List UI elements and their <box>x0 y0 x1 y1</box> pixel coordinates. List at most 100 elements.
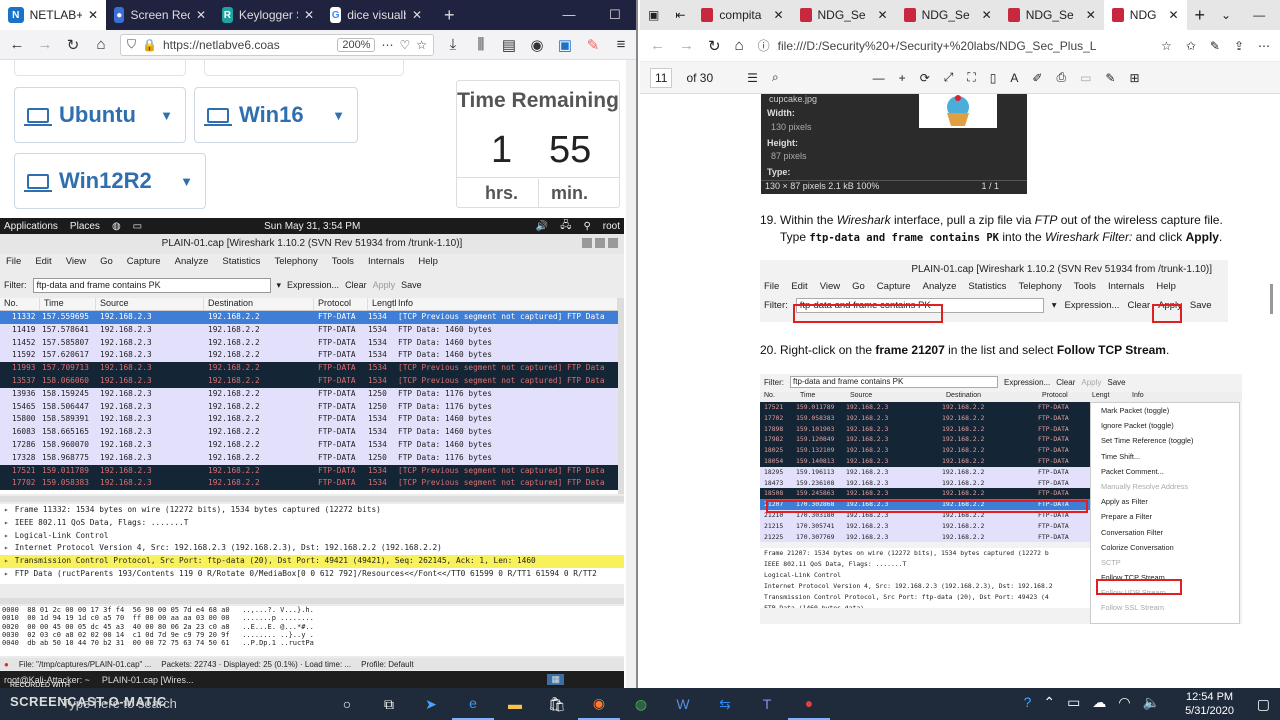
browser-tab[interactable]: R Keylogger Softw ✕ <box>214 0 322 30</box>
network-icon[interactable]: 🖧 <box>560 218 571 235</box>
detail-line[interactable]: ▸ Logical-Link Control <box>0 530 624 543</box>
minimize-button[interactable]: — <box>546 0 592 30</box>
menu-icon[interactable]: ≡ <box>612 36 630 53</box>
sidebar-icon[interactable]: ▤ <box>500 36 518 54</box>
reload-icon[interactable]: ↻ <box>64 36 82 54</box>
terminal-launcher-icon[interactable]: ▭ <box>133 221 142 232</box>
detail-line[interactable]: ▸ IEEE 802.11 QoS Data, Flags: .......T <box>0 517 624 530</box>
reload-icon[interactable]: ↻ <box>708 37 721 55</box>
download-icon[interactable]: ⤓ <box>444 36 462 53</box>
packet-row[interactable]: 17328 158.968775 192.168.2.3 192.168.2.2 FTP… <box>0 451 618 465</box>
pen-icon[interactable]: ✎ <box>1210 39 1220 53</box>
packet-row[interactable]: 11592 157.620617 192.168.2.3 192.168.2.2 FTP… <box>0 349 618 363</box>
menu-item[interactable]: Capture <box>127 256 161 270</box>
favorite-star-icon[interactable]: ☆ <box>1161 39 1172 53</box>
account-icon[interactable]: ◉ <box>528 36 546 54</box>
tab-actions-icon[interactable]: ▣ <box>640 8 667 22</box>
filter-expression-button[interactable]: Expression... <box>287 280 339 290</box>
zoom-badge[interactable]: 200% <box>337 37 376 52</box>
pdf-tab[interactable]: NDG ✕ <box>1103 0 1187 30</box>
expand-icon[interactable]: ▸ <box>4 569 9 578</box>
addon-icon[interactable]: ✎ <box>584 36 602 54</box>
expand-icon[interactable]: ▸ <box>4 505 9 514</box>
library-icon[interactable]: ⫼ <box>472 36 490 53</box>
read-aloud-icon[interactable]: A <box>1010 71 1018 85</box>
pdf-tab[interactable]: NDG_Se ✕ <box>896 0 1000 30</box>
close-button[interactable] <box>608 238 618 248</box>
vm-win16-button[interactable]: Win16 ▼ <box>194 87 358 143</box>
menu-item[interactable]: Telephony <box>274 256 317 270</box>
vm-ubuntu-button[interactable]: Ubuntu ▼ <box>14 87 186 143</box>
packet-row[interactable]: 13936 158.159245 192.168.2.3 192.168.2.2 FTP… <box>0 387 618 401</box>
search-icon[interactable]: ⌕ <box>772 70 779 85</box>
tab-list-icon[interactable]: ⌄ <box>1213 8 1239 22</box>
menu-item[interactable]: Edit <box>35 256 51 270</box>
col-time[interactable]: Time <box>40 298 96 310</box>
page-number-input[interactable]: 11 <box>650 67 673 88</box>
right-url-bar[interactable]: ⓘ file:///D:/Security%20+/Security+%20la… <box>758 34 1147 58</box>
pdf-scroll-thumb[interactable] <box>1270 284 1273 314</box>
expand-icon[interactable]: ▸ <box>4 543 9 552</box>
menu-item[interactable]: Analyze <box>175 256 209 270</box>
file-explorer-icon[interactable]: ▬ <box>494 688 536 720</box>
new-tab-button[interactable]: + <box>430 0 469 30</box>
detail-line[interactable]: ▸ Internet Protocol Version 4, Src: 192.1… <box>0 542 624 555</box>
status-profile[interactable]: Profile: Default <box>361 660 413 669</box>
filter-dropdown-icon[interactable]: ▾ <box>277 280 282 291</box>
save-icon[interactable]: ▭ <box>1080 71 1091 85</box>
tab-close-icon[interactable]: ✕ <box>1086 8 1096 22</box>
teamviewer-icon[interactable]: ⇆ <box>704 688 746 720</box>
cortana-icon[interactable]: ○ <box>326 688 368 720</box>
packet-row[interactable]: 11332 157.559695 192.168.2.3 192.168.2.2 FTP… <box>0 311 618 324</box>
maximize-button[interactable]: ☐ <box>592 0 636 30</box>
zoom-out-icon[interactable]: — <box>873 71 885 85</box>
chrome-icon[interactable]: ◍ <box>620 688 662 720</box>
share-icon[interactable]: ⇪ <box>1234 39 1244 53</box>
packet-row[interactable]: 15465 158.506447 192.168.2.3 192.168.2.2 FTP… <box>0 400 618 414</box>
rotate-icon[interactable]: ⟳ <box>920 71 930 85</box>
app-launcher-icon[interactable]: ➤ <box>410 688 452 720</box>
filter-input[interactable]: ftp-data and frame contains PK <box>32 277 271 293</box>
tray-chevron-icon[interactable]: ⌃ <box>1043 694 1055 711</box>
left-url-bar[interactable]: ⛉ 🔒 https://netlabve6.coas 200% ⋯ ♡ ☆ <box>120 33 434 56</box>
new-tab-button[interactable]: + <box>1187 5 1214 26</box>
extension-icon[interactable]: ▣ <box>556 36 574 54</box>
word-icon[interactable]: W <box>662 688 704 720</box>
menu-item[interactable]: Internals <box>368 256 404 270</box>
detail-line[interactable]: ▸ FTP Data (ructParents 193/Contents 119 … <box>0 568 624 581</box>
notifications-icon[interactable]: ▢ <box>1257 696 1270 713</box>
fit-page-icon[interactable]: ⤢ <box>944 70 954 85</box>
favorites-icon[interactable]: ✩ <box>1186 39 1196 53</box>
applications-menu[interactable]: Applications <box>4 221 58 232</box>
browser-tab[interactable]: Gdice visualbasic ✕ <box>322 0 430 30</box>
expand-icon[interactable]: ▸ <box>4 518 9 527</box>
horizontal-scrollbar[interactable] <box>0 496 624 502</box>
menu-item[interactable]: Tools <box>332 256 354 270</box>
forward-icon[interactable]: → <box>679 37 694 54</box>
kali-task-wireshark[interactable]: PLAIN-01.cap [Wires... <box>102 675 194 685</box>
firefox-icon[interactable]: ◉ <box>578 688 620 720</box>
kali-keyboard-icon[interactable]: ▦ <box>547 674 564 685</box>
pdf-tab[interactable]: compita ✕ <box>693 0 791 30</box>
details-scrollbar[interactable] <box>0 598 624 604</box>
expand-icon[interactable]: ▸ <box>4 556 9 565</box>
volume-icon[interactable]: 🔈 <box>1143 694 1160 711</box>
filter-clear-button[interactable]: Clear <box>345 280 367 290</box>
clock[interactable]: 12:54 PM 5/31/2020 <box>1185 690 1234 718</box>
more-icon[interactable]: ⋯ <box>1258 39 1270 53</box>
taskbar-search[interactable]: Type here to search <box>62 696 177 711</box>
tab-close-icon[interactable]: ✕ <box>982 8 992 22</box>
pdf-tab[interactable]: NDG_Se ✕ <box>1000 0 1104 30</box>
detail-line[interactable]: ▸ Frame 11332: 1534 bytes on wire (12272 … <box>0 504 624 517</box>
recorder-icon[interactable]: ● <box>788 688 830 720</box>
packet-row[interactable]: 13537 158.066060 192.168.2.3 192.168.2.2 FTP… <box>0 374 618 388</box>
packet-row[interactable]: 17286 158.960070 192.168.2.3 192.168.2.2 FTP… <box>0 438 618 452</box>
pin-icon[interactable]: ⊞ <box>1129 71 1139 85</box>
menu-item[interactable]: Go <box>100 256 113 270</box>
browser-launcher-icon[interactable]: ◍ <box>112 221 121 232</box>
col-destination[interactable]: Destination <box>204 298 314 310</box>
packet-row[interactable]: 11452 157.585807 192.168.2.3 192.168.2.2 FTP… <box>0 336 618 350</box>
left-page-scrollbar[interactable] <box>626 60 636 688</box>
back-icon[interactable]: ← <box>650 37 665 54</box>
teams-icon[interactable]: T <box>746 688 788 720</box>
